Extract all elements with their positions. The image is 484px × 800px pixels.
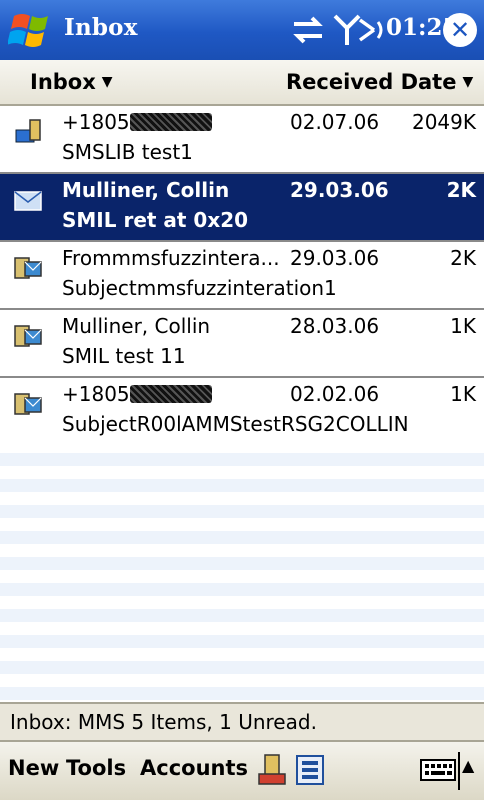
divider	[458, 752, 460, 790]
message-subject: SMIL test 11	[62, 344, 186, 368]
mms-message-icon	[14, 393, 42, 415]
tools-menu-button[interactable]: Tools	[66, 756, 126, 780]
message-sender: Mulliner, Collin	[62, 314, 211, 338]
message-row[interactable]: Mulliner, Collin 28.03.06 1K SMIL test 1…	[0, 310, 484, 378]
message-size: 1K	[450, 314, 476, 338]
sort-label: Received Date	[286, 70, 457, 94]
sync-arrows-icon[interactable]	[290, 12, 326, 48]
message-sender: Frommmsfuzzintera...	[62, 246, 280, 270]
message-date: 28.03.06	[290, 314, 380, 338]
mms-message-icon	[14, 257, 42, 279]
chevron-down-icon: ▼	[462, 74, 474, 90]
message-row[interactable]: Frommmsfuzzintera... 29.03.06 2K Subject…	[0, 242, 484, 310]
folder-label: Inbox	[30, 70, 96, 94]
message-sender: Mulliner, Collin	[62, 178, 230, 202]
new-menu-button[interactable]: New	[8, 756, 59, 780]
page-title: Inbox	[64, 14, 138, 41]
message-subject: Subjectmmsfuzzinteration1	[62, 276, 337, 300]
message-date: 29.03.06	[290, 178, 389, 202]
redacted-number	[129, 113, 212, 131]
message-date: 02.02.06	[290, 382, 380, 406]
message-date: 29.03.06	[290, 246, 380, 270]
message-size: 2K	[450, 246, 476, 270]
folder-list-icon[interactable]	[294, 752, 328, 788]
message-row-selected[interactable]: Mulliner, Collin 29.03.06 2K SMIL ret at…	[0, 174, 484, 242]
message-size: 2049K	[411, 110, 476, 134]
redacted-number	[129, 385, 212, 403]
mms-message-icon	[14, 325, 42, 347]
message-sender: +1805	[62, 382, 212, 406]
chevron-down-icon: ▼	[101, 74, 113, 90]
folder-dropdown[interactable]: Inbox ▼	[30, 70, 113, 94]
speaker-icon[interactable]	[352, 12, 386, 48]
message-row[interactable]: +1805 02.02.06 1K SubjectR00lAMMStestRSG…	[0, 378, 484, 446]
sort-dropdown[interactable]: Received Date ▼	[286, 70, 473, 94]
send-receive-icon[interactable]	[256, 752, 288, 788]
windows-flag-icon[interactable]	[8, 8, 56, 52]
message-sender: +1805	[62, 110, 212, 134]
accounts-menu-button[interactable]: Accounts	[140, 756, 248, 780]
message-date: 02.07.06	[290, 110, 380, 134]
column-header: Inbox ▼ Received Date ▼	[0, 60, 484, 106]
phone-message-icon	[15, 119, 41, 143]
message-subject: SubjectR00lAMMStestRSG2COLLIN	[62, 412, 409, 436]
envelope-icon	[14, 191, 42, 211]
message-subject: SMSLIB test1	[62, 140, 193, 164]
status-bar: Inbox: MMS 5 Items, 1 Unread.	[0, 702, 484, 740]
keyboard-icon[interactable]	[420, 754, 456, 786]
title-bar: Inbox 01:25 ✕	[0, 0, 484, 60]
message-size: 2K	[446, 178, 476, 202]
empty-list-area	[0, 440, 484, 702]
menu-bar: New Tools Accounts ▲	[0, 740, 484, 800]
sip-arrow-button[interactable]: ▲	[462, 756, 474, 775]
close-button[interactable]: ✕	[443, 13, 477, 47]
message-row[interactable]: +1805 02.07.06 2049K SMSLIB test1	[0, 106, 484, 174]
message-size: 1K	[450, 382, 476, 406]
message-subject: SMIL ret at 0x20	[62, 208, 249, 232]
